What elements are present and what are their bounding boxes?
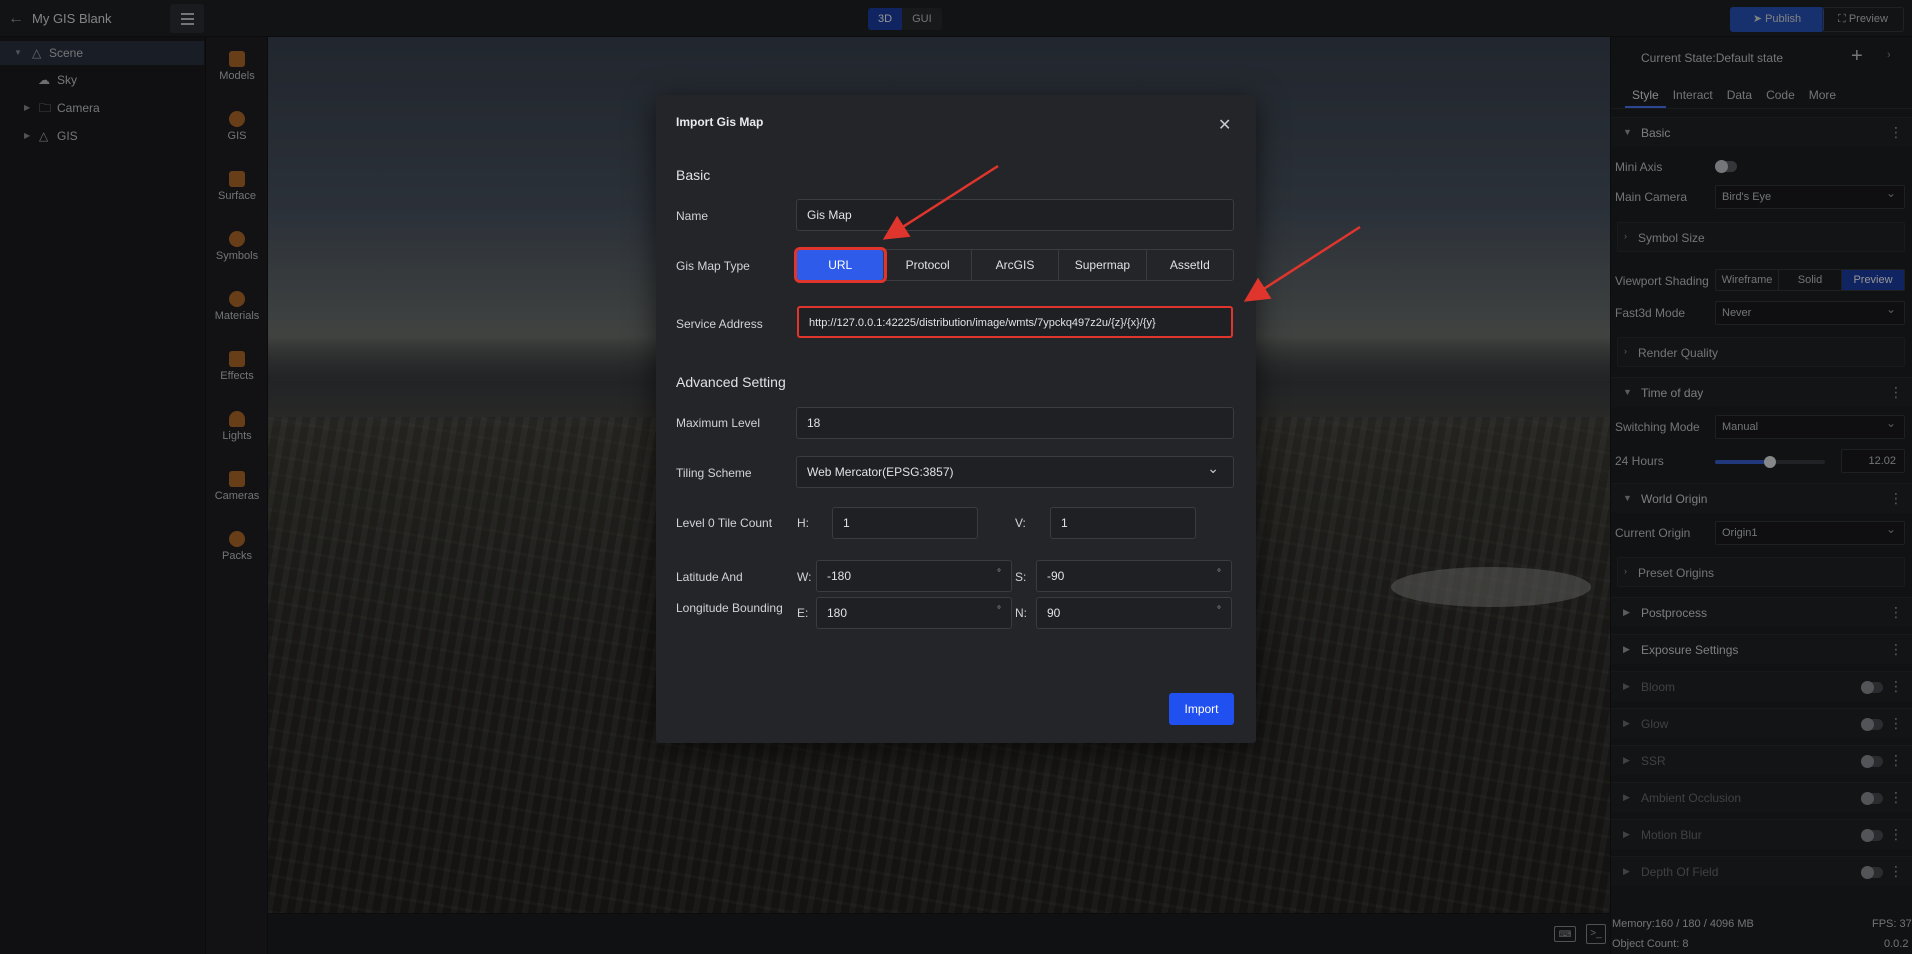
close-icon[interactable]: ✕ [1218, 115, 1231, 135]
bound-north-value: 90 [1047, 606, 1061, 620]
bound-west-value: -180 [827, 569, 852, 583]
type-url[interactable]: URL [793, 247, 888, 283]
name-label: Name [676, 209, 709, 223]
degree-unit: ° [997, 605, 1001, 616]
maximum-level-label: Maximum Level [676, 416, 761, 430]
type-arcgis[interactable]: ArcGIS [972, 250, 1060, 280]
import-gis-map-dialog: Import Gis Map ✕ Basic Name Gis Map Gis … [656, 95, 1256, 743]
basic-heading: Basic [676, 167, 711, 183]
bounding-label-line2: Longitude Bounding [676, 601, 783, 615]
degree-unit: ° [1217, 568, 1221, 579]
bound-north-input[interactable]: 90 ° [1036, 597, 1232, 629]
n-label: N: [1015, 606, 1027, 620]
tile-count-h-input[interactable]: 1 [832, 507, 978, 539]
advanced-setting-heading: Advanced Setting [676, 374, 786, 390]
tile-count-v-input[interactable]: 1 [1050, 507, 1196, 539]
tiling-scheme-value: Web Mercator(EPSG:3857) [807, 465, 954, 479]
type-protocol[interactable]: Protocol [884, 250, 972, 280]
tiling-scheme-select[interactable]: Web Mercator(EPSG:3857) [796, 453, 1234, 488]
bound-west-input[interactable]: -180 ° [816, 560, 1012, 592]
dialog-title: Import Gis Map [676, 115, 764, 129]
maximum-level-input[interactable]: 18 [796, 407, 1234, 439]
degree-unit: ° [1217, 605, 1221, 616]
tiling-scheme-label: Tiling Scheme [676, 466, 752, 480]
gis-map-type-label: Gis Map Type [676, 259, 750, 273]
gis-map-type-segment: URL Protocol ArcGIS Supermap AssetId [793, 247, 1234, 283]
service-address-label: Service Address [676, 317, 763, 331]
bound-east-value: 180 [827, 606, 848, 620]
import-button[interactable]: Import [1169, 693, 1234, 725]
bound-east-input[interactable]: 180 ° [816, 597, 1012, 629]
type-supermap[interactable]: Supermap [1059, 250, 1147, 280]
e-label: E: [797, 606, 809, 620]
bound-south-value: -90 [1047, 569, 1065, 583]
level0-tile-count-label: Level 0 Tile Count [676, 516, 773, 530]
bound-south-input[interactable]: -90 ° [1036, 560, 1232, 592]
s-label: S: [1015, 570, 1027, 584]
name-input[interactable]: Gis Map [796, 199, 1234, 231]
service-address-input[interactable]: http://127.0.0.1:42225/distribution/imag… [797, 306, 1233, 338]
type-assetid[interactable]: AssetId [1147, 250, 1233, 280]
degree-unit: ° [997, 568, 1001, 579]
w-label: W: [797, 570, 812, 584]
bounding-label-line1: Latitude And [676, 570, 743, 584]
h-label: H: [797, 516, 809, 530]
v-label: V: [1015, 516, 1026, 530]
